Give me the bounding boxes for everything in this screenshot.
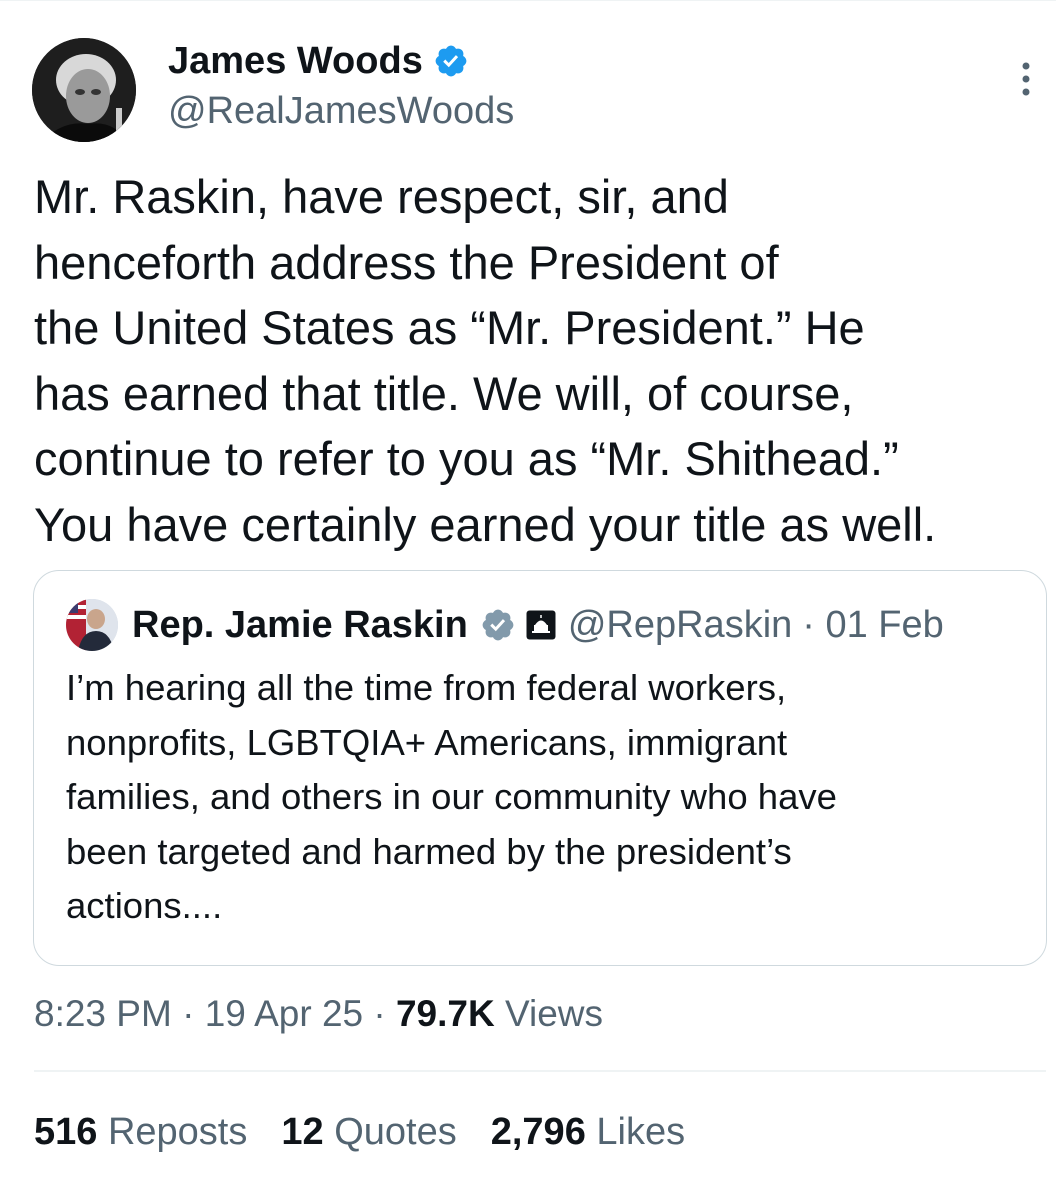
top-divider — [0, 0, 1056, 1]
capitol-affiliation-icon — [526, 610, 556, 640]
likes-stat[interactable]: 2,796 Likes — [491, 1108, 685, 1156]
tweet-text: Mr. Raskin, have respect, sir, and hence… — [34, 170, 937, 551]
engagement-stats: 516 Reposts 12 Quotes 2,796 Likes — [34, 1108, 719, 1156]
author-handle[interactable]: @RealJamesWoods — [168, 88, 514, 134]
quoted-tweet-card[interactable]: Rep. Jamie Raskin @RepRaskin · 01 Feb I’… — [33, 570, 1047, 966]
government-verified-icon — [482, 609, 514, 641]
quotes-stat[interactable]: 12 Quotes — [281, 1108, 456, 1156]
author-name[interactable]: James Woods — [168, 38, 423, 84]
views-label: Views — [494, 993, 604, 1034]
verified-badge-icon — [435, 45, 467, 77]
quoted-date: · 01 Feb — [802, 603, 944, 646]
quoted-author-handle[interactable]: @RepRaskin — [568, 604, 792, 647]
author-avatar[interactable] — [32, 38, 136, 142]
author-name-row[interactable]: James Woods — [168, 38, 469, 84]
quoted-header: Rep. Jamie Raskin @RepRaskin · 01 Feb — [132, 599, 944, 651]
quoted-author-name[interactable]: Rep. Jamie Raskin — [132, 604, 468, 647]
quotes-count: 12 — [281, 1111, 324, 1153]
meta-separator: · — [171, 993, 205, 1034]
meta-separator: · — [363, 993, 396, 1034]
tweet-metadata: 8:23 PM · 19 Apr 25 · 79.7K Views — [34, 990, 603, 1038]
views-count: 79.7K — [395, 993, 495, 1034]
likes-count: 2,796 — [490, 1111, 586, 1153]
tweet-date[interactable]: 19 Apr 25 — [205, 993, 363, 1034]
reposts-stat[interactable]: 516 Reposts — [34, 1108, 247, 1156]
reposts-label: Reposts — [97, 1111, 248, 1153]
reposts-count: 516 — [34, 1111, 98, 1153]
stats-divider — [34, 1070, 1046, 1072]
likes-label: Likes — [585, 1111, 686, 1153]
tweet-time[interactable]: 8:23 PM — [34, 993, 172, 1034]
quoted-author-avatar[interactable] — [66, 599, 118, 651]
quoted-tweet-text: I’m hearing all the time from federal wo… — [66, 667, 837, 926]
quotes-label: Quotes — [323, 1111, 457, 1153]
more-options-icon[interactable] — [1016, 60, 1036, 100]
